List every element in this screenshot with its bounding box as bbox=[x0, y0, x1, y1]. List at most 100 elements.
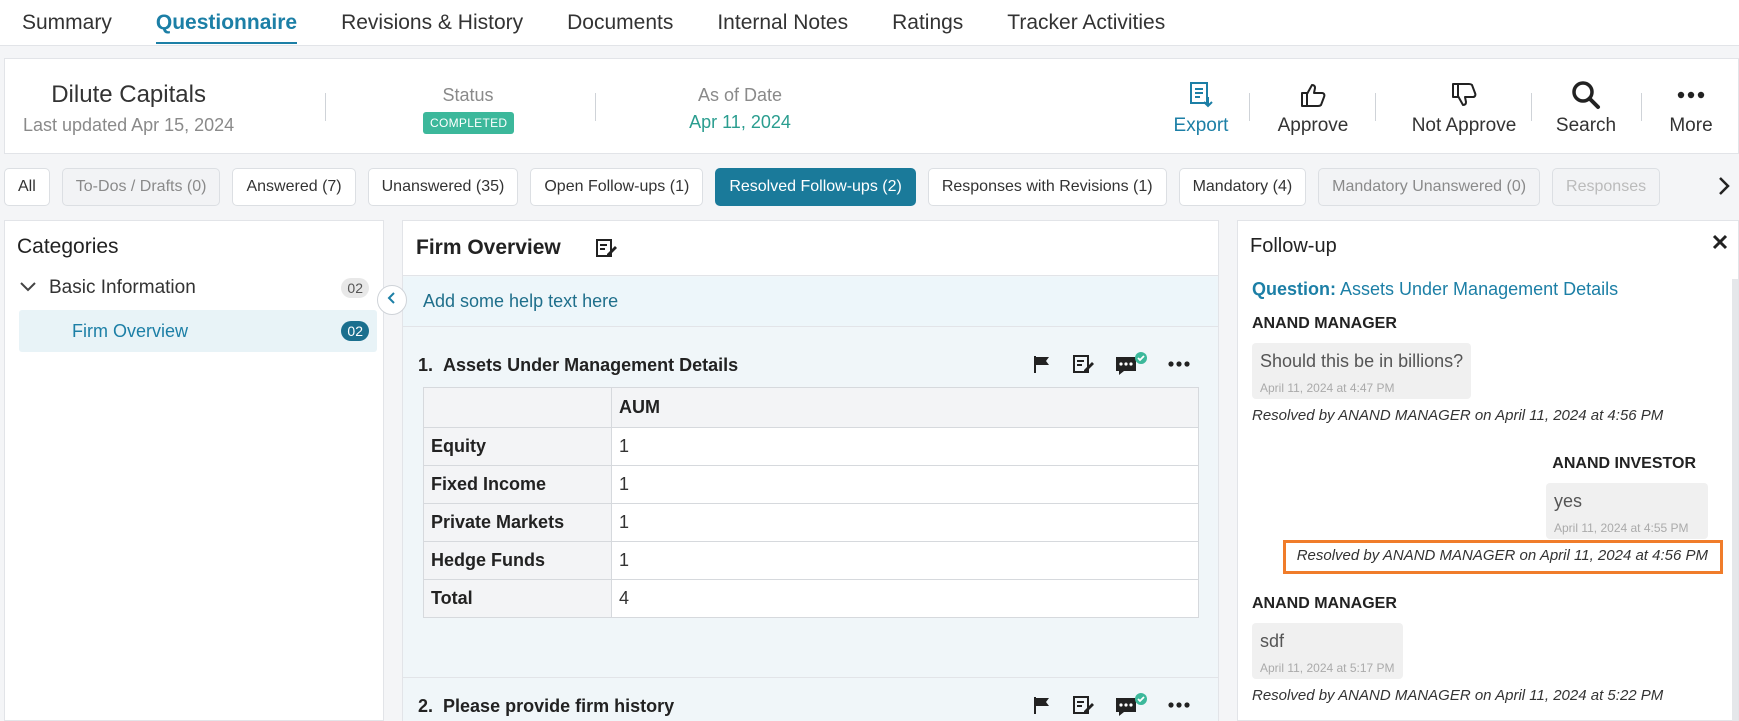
chips-scroll-right-button[interactable] bbox=[1708, 168, 1739, 208]
row-value[interactable]: 1 bbox=[611, 541, 1199, 580]
as-of-date-label: As of Date bbox=[697, 85, 783, 105]
chevron-down-icon bbox=[19, 277, 39, 299]
filter-all[interactable]: All bbox=[4, 168, 50, 206]
export-button[interactable]: Export bbox=[1163, 79, 1239, 137]
fund-name: Dilute Capitals bbox=[51, 81, 206, 108]
row-value[interactable]: 1 bbox=[611, 465, 1199, 504]
row-label: Private Markets bbox=[423, 503, 612, 542]
approve-label: Approve bbox=[1277, 115, 1349, 136]
comment-bubble: sdf April 11, 2024 at 5:17 PM bbox=[1252, 623, 1403, 679]
divider bbox=[325, 93, 326, 121]
resolved-note: Resolved by ANAND MANAGER on April 11, 2… bbox=[1252, 687, 1664, 704]
comment-timestamp: April 11, 2024 at 5:17 PM bbox=[1260, 661, 1395, 675]
filter-todos-drafts[interactable]: To-Dos / Drafts (0) bbox=[61, 168, 221, 206]
scrollbar[interactable] bbox=[1732, 279, 1738, 721]
not-approve-button[interactable]: Not Approve bbox=[1395, 79, 1533, 137]
table-row: Hedge Funds 1 bbox=[423, 541, 1199, 580]
follow-up-panel: Follow-up Question: Assets Under Managem… bbox=[1237, 220, 1739, 721]
comment-author: ANAND INVESTOR bbox=[1552, 455, 1696, 472]
question-card: 1. Assets Under Management Details AUM E… bbox=[403, 337, 1218, 677]
categories-title: Categories bbox=[17, 235, 119, 258]
section-title: Firm Overview bbox=[416, 236, 561, 259]
approve-button[interactable]: Approve bbox=[1271, 79, 1355, 137]
filter-open-follow-ups[interactable]: Open Follow-ups (1) bbox=[530, 168, 704, 206]
category-group-basic-information[interactable]: Basic Information 02 bbox=[19, 273, 369, 303]
not-approve-label: Not Approve bbox=[1411, 115, 1517, 136]
category-item-count: 02 bbox=[341, 321, 369, 341]
flag-icon[interactable] bbox=[1032, 695, 1052, 715]
tab-ratings[interactable]: Ratings bbox=[892, 0, 963, 46]
filter-resolved-follow-ups[interactable]: Resolved Follow-ups (2) bbox=[715, 168, 916, 206]
follow-up-question: Question: Assets Under Management Detail… bbox=[1252, 279, 1618, 300]
comment-author: ANAND MANAGER bbox=[1252, 595, 1397, 612]
divider bbox=[1375, 93, 1376, 121]
search-icon bbox=[1551, 79, 1621, 111]
filter-mandatory-unanswered[interactable]: Mandatory Unanswered (0) bbox=[1318, 168, 1541, 206]
tab-documents[interactable]: Documents bbox=[567, 0, 673, 46]
aum-table: AUM Equity 1 Fixed Income 1 Private Market… bbox=[423, 387, 1199, 618]
search-button[interactable]: Search bbox=[1551, 79, 1621, 137]
tab-internal-notes[interactable]: Internal Notes bbox=[717, 0, 848, 46]
table-row: Private Markets 1 bbox=[423, 503, 1199, 542]
comment-timestamp: April 11, 2024 at 4:47 PM bbox=[1260, 381, 1395, 395]
tab-questionnaire[interactable]: Questionnaire bbox=[155, 0, 298, 46]
tab-tracker-activities[interactable]: Tracker Activities bbox=[1007, 0, 1165, 46]
table-row: Total 4 bbox=[423, 579, 1199, 618]
export-label: Export bbox=[1173, 115, 1229, 136]
category-item-label: Firm Overview bbox=[72, 320, 188, 341]
table-row: Fixed Income 1 bbox=[423, 465, 1199, 504]
flag-icon[interactable] bbox=[1032, 354, 1052, 374]
divider bbox=[1641, 93, 1642, 121]
comment-message: sdf bbox=[1260, 631, 1285, 651]
edit-icon[interactable] bbox=[595, 237, 617, 259]
follow-up-title: Follow-up bbox=[1250, 235, 1337, 257]
row-value: 4 bbox=[611, 579, 1199, 618]
comment-author: ANAND MANAGER bbox=[1252, 315, 1397, 332]
filter-responses[interactable]: Responses bbox=[1552, 168, 1661, 206]
row-value[interactable]: 1 bbox=[611, 427, 1199, 466]
questions-panel: Firm Overview Add some help text here 1.… bbox=[402, 220, 1219, 721]
chevron-right-icon bbox=[1718, 176, 1730, 201]
comment-check-icon[interactable] bbox=[1114, 351, 1148, 377]
question-title: 1. Assets Under Management Details bbox=[418, 355, 739, 375]
row-label: Total bbox=[423, 579, 612, 618]
categories-panel: Categories Basic Information 02 Firm Ove… bbox=[4, 220, 384, 721]
table-row: Equity 1 bbox=[423, 427, 1199, 466]
top-tab-bar: Summary Questionnaire Revisions & Histor… bbox=[0, 0, 1739, 46]
status-badge: COMPLETED bbox=[423, 112, 515, 134]
category-group-label: Basic Information bbox=[49, 277, 196, 298]
question-link[interactable]: Assets Under Management Details bbox=[1340, 279, 1618, 299]
more-label: More bbox=[1669, 115, 1713, 136]
row-value[interactable]: 1 bbox=[611, 503, 1199, 542]
edit-icon[interactable] bbox=[1072, 353, 1094, 375]
tab-summary[interactable]: Summary bbox=[22, 0, 112, 46]
as-of-date-block: As of Date Apr 11, 2024 bbox=[685, 85, 795, 133]
status-block: Status COMPLETED bbox=[423, 85, 515, 134]
chevron-left-icon bbox=[387, 291, 397, 310]
filter-chip-bar: All To-Dos / Drafts (0) Answered (7) Una… bbox=[4, 168, 1714, 208]
comment-check-icon[interactable] bbox=[1114, 692, 1148, 718]
table-header-row: AUM bbox=[423, 387, 1199, 428]
collapse-categories-button[interactable] bbox=[377, 285, 407, 315]
edit-icon[interactable] bbox=[1072, 694, 1094, 716]
more-button[interactable]: More bbox=[1663, 79, 1719, 137]
comment-timestamp: April 11, 2024 at 4:55 PM bbox=[1554, 521, 1689, 535]
last-updated: Last updated Apr 15, 2024 bbox=[23, 115, 235, 135]
question-label: Question: bbox=[1252, 279, 1336, 299]
ellipsis-icon[interactable] bbox=[1168, 702, 1190, 708]
comment-bubble: Should this be in billions? April 11, 20… bbox=[1252, 343, 1472, 399]
filter-mandatory[interactable]: Mandatory (4) bbox=[1178, 168, 1307, 206]
ellipsis-icon[interactable] bbox=[1168, 361, 1190, 367]
row-label: Equity bbox=[423, 427, 612, 466]
search-label: Search bbox=[1555, 115, 1617, 136]
category-item-firm-overview[interactable]: Firm Overview 02 bbox=[19, 310, 377, 352]
tab-revisions-history[interactable]: Revisions & History bbox=[341, 0, 523, 46]
help-text: Add some help text here bbox=[403, 277, 1218, 327]
filter-unanswered[interactable]: Unanswered (35) bbox=[367, 168, 519, 206]
filter-responses-with-revisions[interactable]: Responses with Revisions (1) bbox=[927, 168, 1167, 206]
close-icon[interactable] bbox=[1712, 233, 1728, 256]
table-header-empty bbox=[423, 387, 612, 428]
comment-bubble: yes April 11, 2024 at 4:55 PM bbox=[1546, 483, 1708, 539]
question-actions bbox=[1012, 351, 1190, 377]
filter-answered[interactable]: Answered (7) bbox=[232, 168, 356, 206]
